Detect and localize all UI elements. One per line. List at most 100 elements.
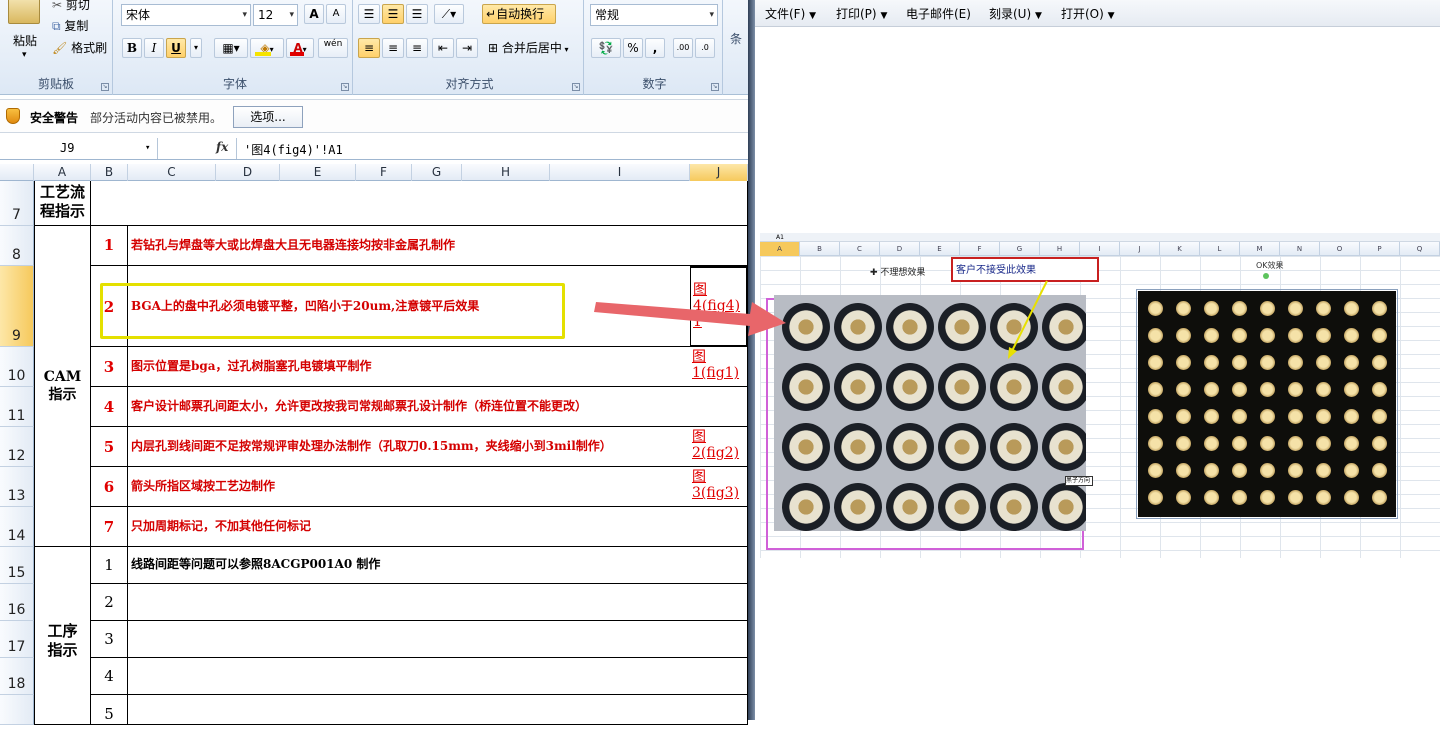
phonetic-button[interactable]: wén [318, 38, 348, 58]
align-center-button[interactable]: ≡ [382, 38, 404, 58]
format-painter-button[interactable]: 🖌 格式刷 [52, 39, 107, 56]
cell-a15-process-merged[interactable]: 工序 指示 [34, 547, 91, 725]
cell-j16[interactable] [690, 584, 748, 621]
col-header-d[interactable]: D [216, 164, 280, 181]
cell-b12[interactable]: 5 [91, 427, 128, 467]
row-header[interactable]: 16 [0, 584, 34, 621]
cell-b7[interactable] [91, 181, 128, 226]
row-header[interactable]: 17 [0, 621, 34, 658]
cell-j12-link-fig2[interactable]: 图 2(fig2) [690, 427, 748, 467]
row-header[interactable]: 10 [0, 347, 34, 387]
row-header[interactable]: 9 [0, 266, 34, 347]
align-right-button[interactable]: ≡ [406, 38, 428, 58]
wrap-text-button[interactable]: ↵自动换行 [482, 4, 556, 24]
alignment-launcher-icon[interactable]: ↘ [572, 83, 580, 91]
align-bottom-button[interactable]: ☰ [406, 4, 428, 24]
col-header-f[interactable]: F [356, 164, 412, 181]
decrease-decimal-button[interactable]: .0 [695, 38, 715, 58]
cell-b10[interactable]: 3 [91, 347, 128, 387]
cell-c15[interactable]: 线路间距等问题可以参照8ACGP001A0 制作 [128, 547, 691, 584]
cell-c18[interactable] [128, 658, 691, 695]
col-header-h[interactable]: H [462, 164, 550, 181]
insert-function-icon[interactable]: fx [216, 140, 228, 154]
clipboard-launcher-icon[interactable]: ↘ [101, 83, 109, 91]
increase-decimal-button[interactable]: .00 [673, 38, 693, 58]
menu-print[interactable]: 打印(P) ▼ [836, 5, 887, 22]
cell-c17[interactable] [128, 621, 691, 658]
cell-j14[interactable] [690, 507, 748, 547]
cell-c12[interactable]: 内层孔到线间距不足按常规评审处理办法制作（孔取刀0.15mm，夹线缩小到3mil… [128, 427, 691, 467]
cell-j18[interactable] [690, 658, 748, 695]
cell-j8[interactable] [690, 226, 748, 266]
underline-dropdown-icon[interactable]: ▾ [190, 38, 202, 58]
menu-file[interactable]: 文件(F) ▼ [765, 5, 816, 22]
number-launcher-icon[interactable]: ↘ [711, 83, 719, 91]
cell-c10[interactable]: 图示位置是bga，过孔树脂塞孔电镀填平制作 [128, 347, 691, 387]
row-header[interactable]: 7 [0, 181, 34, 226]
cell-c11[interactable]: 客户设计邮票孔间距太小，允许更改按我司常规邮票孔设计制作（桥连位置不能更改） [128, 387, 691, 427]
cell-b17[interactable]: 3 [91, 621, 128, 658]
row-header[interactable]: 18 [0, 658, 34, 695]
borders-button[interactable]: ▦▾ [214, 38, 248, 58]
col-header-j[interactable]: J [690, 164, 748, 181]
paste-dropdown-icon[interactable]: ▾ [22, 50, 27, 60]
col-header-b[interactable]: B [91, 164, 128, 181]
cell-b13[interactable]: 6 [91, 467, 128, 507]
comma-button[interactable]: , [645, 38, 665, 58]
cell-b15[interactable]: 1 [91, 547, 128, 584]
cell-c8[interactable]: 若钻孔与焊盘等大或比焊盘大且无电器连接均按非金属孔制作 [128, 226, 691, 266]
cell-c7[interactable] [128, 181, 691, 226]
row-header[interactable] [0, 695, 34, 725]
chevron-down-icon[interactable]: ▾ [145, 138, 150, 159]
row-header[interactable]: 15 [0, 547, 34, 584]
row-header[interactable]: 8 [0, 226, 34, 266]
cell-b14[interactable]: 7 [91, 507, 128, 547]
name-box[interactable]: J9 ▾ [0, 138, 158, 159]
cell-j19[interactable] [690, 695, 748, 725]
security-options-button[interactable]: 选项... [233, 106, 303, 128]
cell-b16[interactable]: 2 [91, 584, 128, 621]
italic-button[interactable]: I [144, 38, 164, 58]
cell-b19[interactable]: 5 [91, 695, 128, 725]
cell-c16[interactable] [128, 584, 691, 621]
merge-center-button[interactable]: ⊞ 合并后居中 ▾ [484, 38, 580, 58]
col-header-a[interactable]: A [34, 164, 91, 181]
cell-a7-process-flow[interactable]: 工艺流程指示 [34, 181, 91, 226]
menu-burn[interactable]: 刻录(U) ▼ [989, 5, 1042, 22]
paste-icon[interactable] [8, 0, 40, 24]
menu-email[interactable]: 电子邮件(E) [906, 5, 971, 22]
copy-button[interactable]: ⧉ 复制 [52, 17, 88, 34]
cell-j13-link-fig3[interactable]: 图 3(fig3) [690, 467, 748, 507]
cell-j17[interactable] [690, 621, 748, 658]
cell-b8[interactable]: 1 [91, 226, 128, 266]
fill-color-button[interactable]: ◈▾ [250, 38, 284, 58]
cell-b11[interactable]: 4 [91, 387, 128, 427]
cell-b18[interactable]: 4 [91, 658, 128, 695]
grow-font-button[interactable]: A [304, 4, 324, 24]
shrink-font-button[interactable]: A [326, 4, 346, 24]
align-middle-button[interactable]: ☰ [382, 4, 404, 24]
cell-j11[interactable] [690, 387, 748, 427]
menu-open[interactable]: 打开(O) ▼ [1061, 5, 1115, 22]
currency-button[interactable]: 💱 [591, 38, 621, 58]
cut-button[interactable]: ✂ 剪切 [52, 0, 90, 13]
align-left-button[interactable]: ≡ [358, 38, 380, 58]
percent-button[interactable]: % [623, 38, 643, 58]
increase-indent-button[interactable]: ⇥ [456, 38, 478, 58]
number-format-combo[interactable]: 常规 ▾ [590, 4, 718, 26]
cell-j10-link-fig1[interactable]: 图 1(fig1) [690, 347, 748, 387]
orientation-button[interactable]: ⟋▾ [434, 4, 464, 24]
col-header-c[interactable]: C [128, 164, 216, 181]
font-color-button[interactable]: A▾ [286, 38, 314, 58]
cell-j7[interactable] [690, 181, 748, 226]
row-header[interactable]: 13 [0, 467, 34, 507]
formula-input[interactable]: '图4(fig4)'!A1 [244, 141, 343, 158]
row-header[interactable]: 11 [0, 387, 34, 427]
decrease-indent-button[interactable]: ⇤ [432, 38, 454, 58]
font-name-combo[interactable]: 宋体 ▾ [121, 4, 251, 26]
font-size-combo[interactable]: 12 ▾ [253, 4, 298, 26]
align-top-button[interactable]: ☰ [358, 4, 380, 24]
font-launcher-icon[interactable]: ↘ [341, 83, 349, 91]
row-header[interactable]: 12 [0, 427, 34, 467]
cell-c13[interactable]: 箭头所指区域按工艺边制作 [128, 467, 691, 507]
